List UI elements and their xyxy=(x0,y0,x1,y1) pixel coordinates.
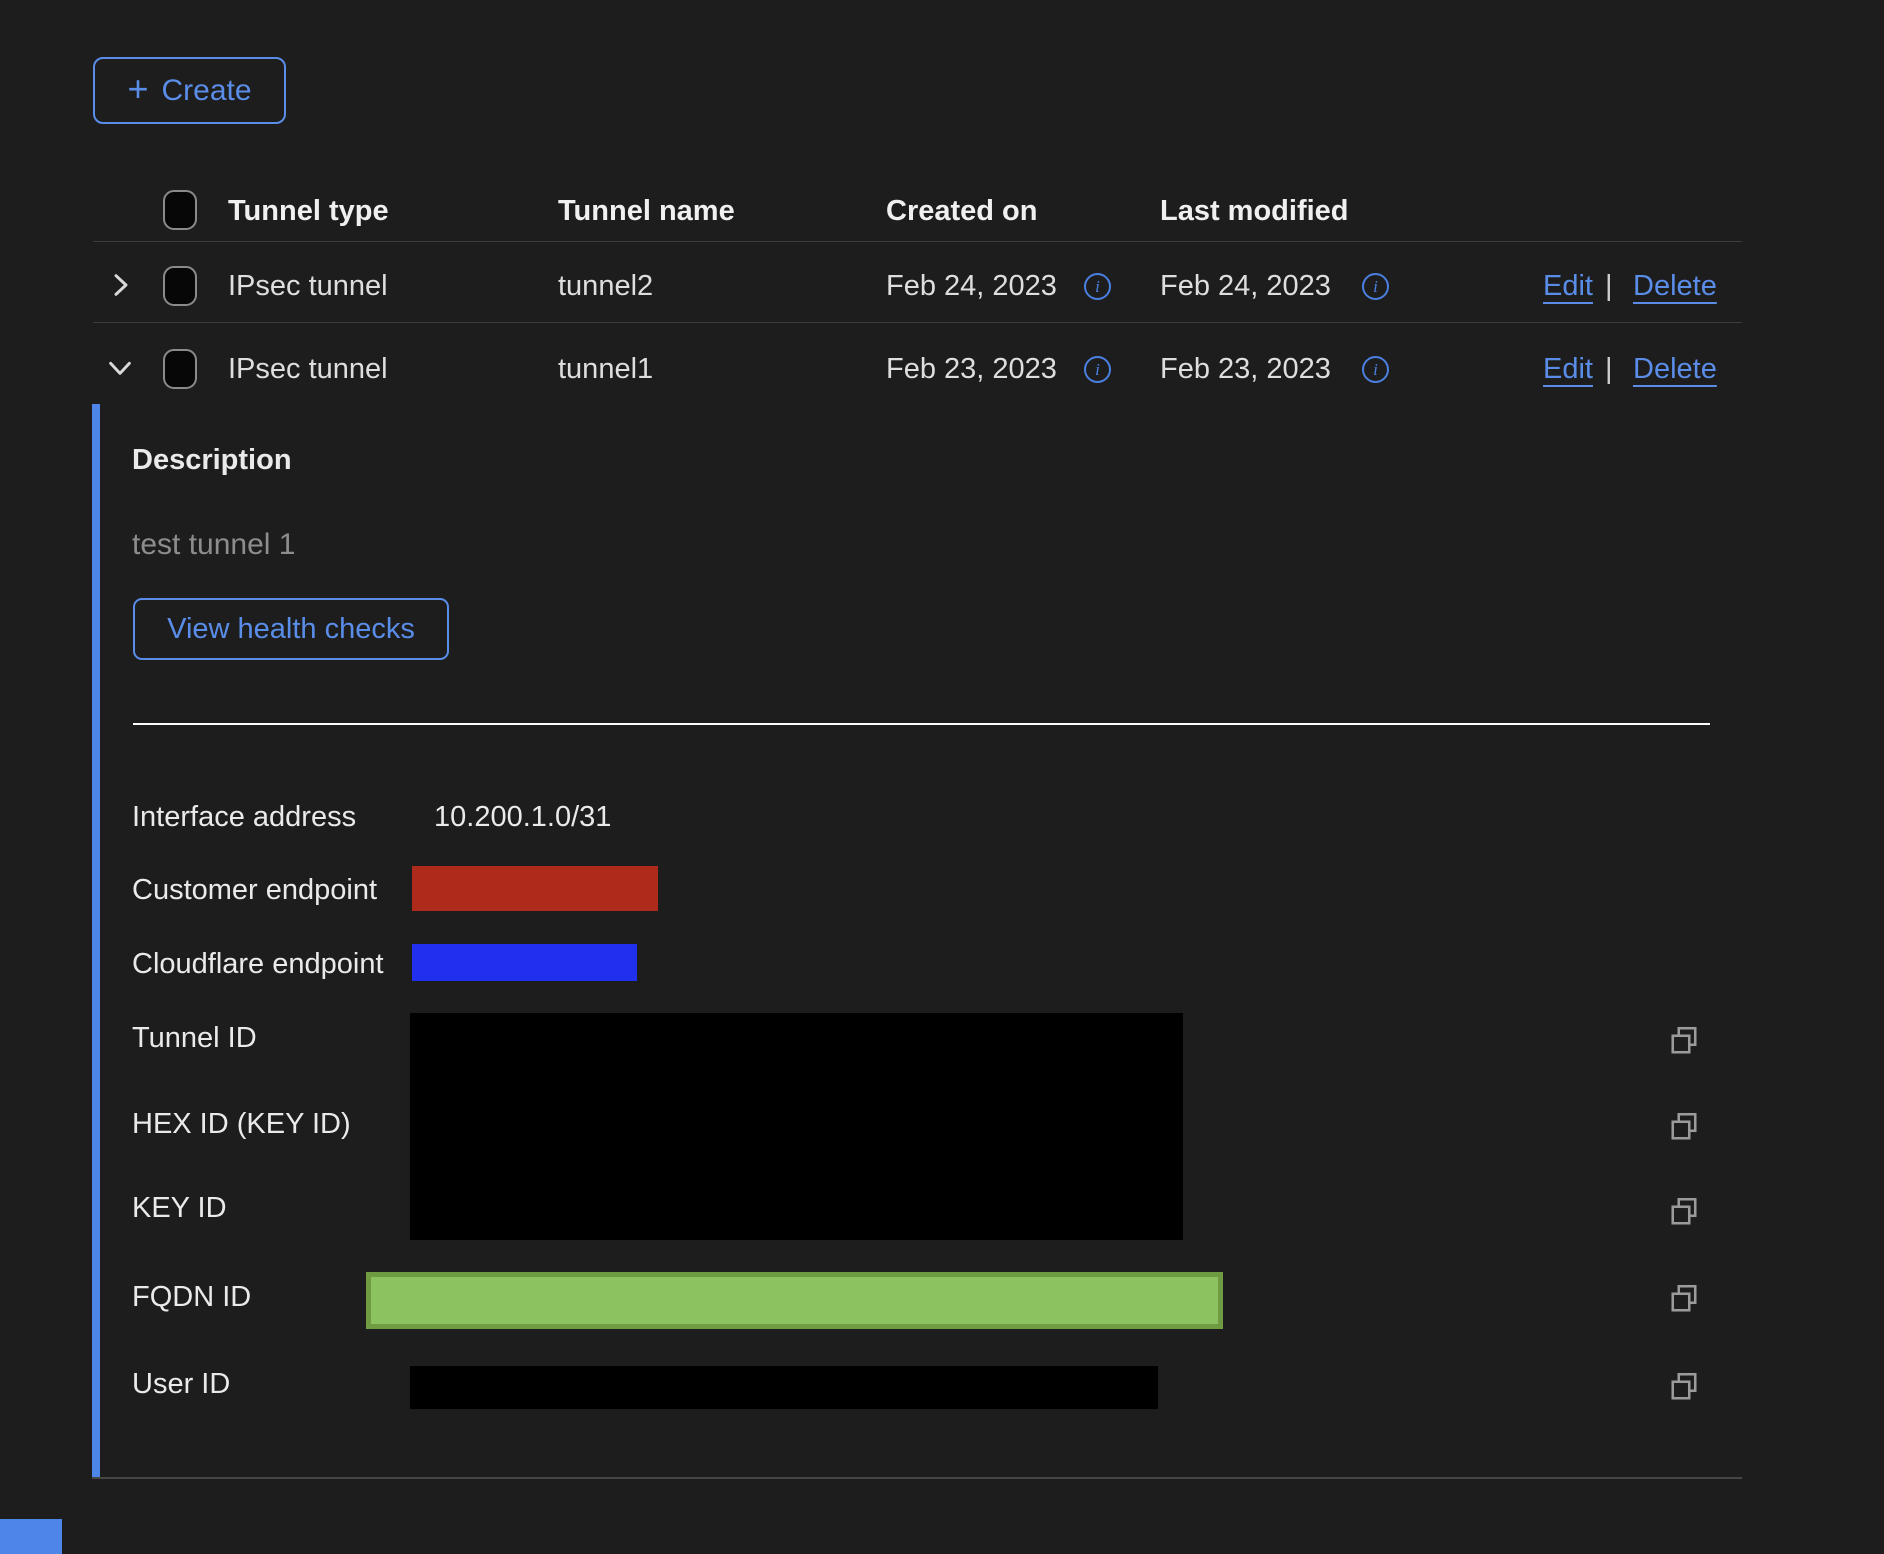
interface-address-label: Interface address xyxy=(132,801,356,834)
column-header-created-on: Created on xyxy=(886,195,1037,228)
copy-user-id-button[interactable] xyxy=(1666,1369,1702,1405)
customer-endpoint-label: Customer endpoint xyxy=(132,874,377,907)
cloudflare-endpoint-redaction xyxy=(412,944,637,981)
copy-hex-id-button[interactable] xyxy=(1666,1109,1702,1145)
customer-endpoint-redaction xyxy=(412,866,658,911)
created-on-info-icon[interactable]: i xyxy=(1084,356,1111,383)
view-health-checks-button[interactable]: View health checks xyxy=(133,598,449,660)
fqdn-id-label: FQDN ID xyxy=(132,1281,251,1314)
last-modified-info-icon[interactable]: i xyxy=(1362,356,1389,383)
chevron-right-icon[interactable] xyxy=(104,269,136,301)
plus-icon: + xyxy=(127,71,148,107)
create-button-label: Create xyxy=(161,74,251,108)
fqdn-id-redaction xyxy=(366,1272,1223,1329)
copy-icon xyxy=(1666,1281,1702,1317)
panel-accent-bar xyxy=(92,404,100,1478)
row-checkbox-tunnel1[interactable] xyxy=(163,349,197,389)
cell-created-on: Feb 23, 2023 xyxy=(886,353,1057,386)
cell-tunnel-name: tunnel2 xyxy=(558,270,653,303)
ipsec-tunnels-page: + Create Tunnel type Tunnel name Created… xyxy=(0,0,1884,1554)
column-header-last-modified: Last modified xyxy=(1160,195,1349,228)
copy-tunnel-id-button[interactable] xyxy=(1666,1023,1702,1059)
user-id-label: User ID xyxy=(132,1368,230,1401)
copy-key-id-button[interactable] xyxy=(1666,1194,1702,1230)
chevron-down-icon[interactable] xyxy=(104,352,136,384)
copy-icon xyxy=(1666,1109,1702,1145)
cell-created-on: Feb 24, 2023 xyxy=(886,270,1057,303)
cell-tunnel-name: tunnel1 xyxy=(558,353,653,386)
key-id-label: KEY ID xyxy=(132,1192,227,1225)
column-header-tunnel-type: Tunnel type xyxy=(228,195,389,228)
row-divider xyxy=(93,322,1742,323)
create-tunnel-button[interactable]: + Create xyxy=(93,57,286,124)
cell-tunnel-type: IPsec tunnel xyxy=(228,353,388,386)
delete-link-tunnel1[interactable]: Delete xyxy=(1633,353,1717,386)
user-id-redaction xyxy=(410,1366,1158,1409)
header-divider xyxy=(93,241,1742,242)
copy-icon xyxy=(1666,1023,1702,1059)
created-on-info-icon[interactable]: i xyxy=(1084,273,1111,300)
select-all-checkbox[interactable] xyxy=(163,190,197,230)
panel-divider xyxy=(133,723,1710,725)
cloudflare-endpoint-label: Cloudflare endpoint xyxy=(132,948,384,981)
copy-icon xyxy=(1666,1194,1702,1230)
interface-address-value: 10.200.1.0/31 xyxy=(434,801,611,834)
panel-bottom-divider xyxy=(92,1477,1742,1479)
action-separator: | xyxy=(1605,353,1613,386)
action-separator: | xyxy=(1605,270,1613,303)
delete-link-tunnel2[interactable]: Delete xyxy=(1633,270,1717,303)
cell-tunnel-type: IPsec tunnel xyxy=(228,270,388,303)
hex-id-label: HEX ID (KEY ID) xyxy=(132,1108,351,1141)
description-heading: Description xyxy=(132,444,292,477)
bottom-left-accent xyxy=(0,1519,62,1554)
column-header-tunnel-name: Tunnel name xyxy=(558,195,735,228)
copy-icon xyxy=(1666,1369,1702,1405)
last-modified-info-icon[interactable]: i xyxy=(1362,273,1389,300)
edit-link-tunnel1[interactable]: Edit xyxy=(1543,353,1593,386)
cell-last-modified: Feb 24, 2023 xyxy=(1160,270,1331,303)
description-value: test tunnel 1 xyxy=(132,528,295,562)
ids-redaction-block xyxy=(410,1013,1183,1240)
row-checkbox-tunnel2[interactable] xyxy=(163,266,197,306)
copy-fqdn-id-button[interactable] xyxy=(1666,1281,1702,1317)
cell-last-modified: Feb 23, 2023 xyxy=(1160,353,1331,386)
tunnel-id-label: Tunnel ID xyxy=(132,1022,257,1055)
edit-link-tunnel2[interactable]: Edit xyxy=(1543,270,1593,303)
